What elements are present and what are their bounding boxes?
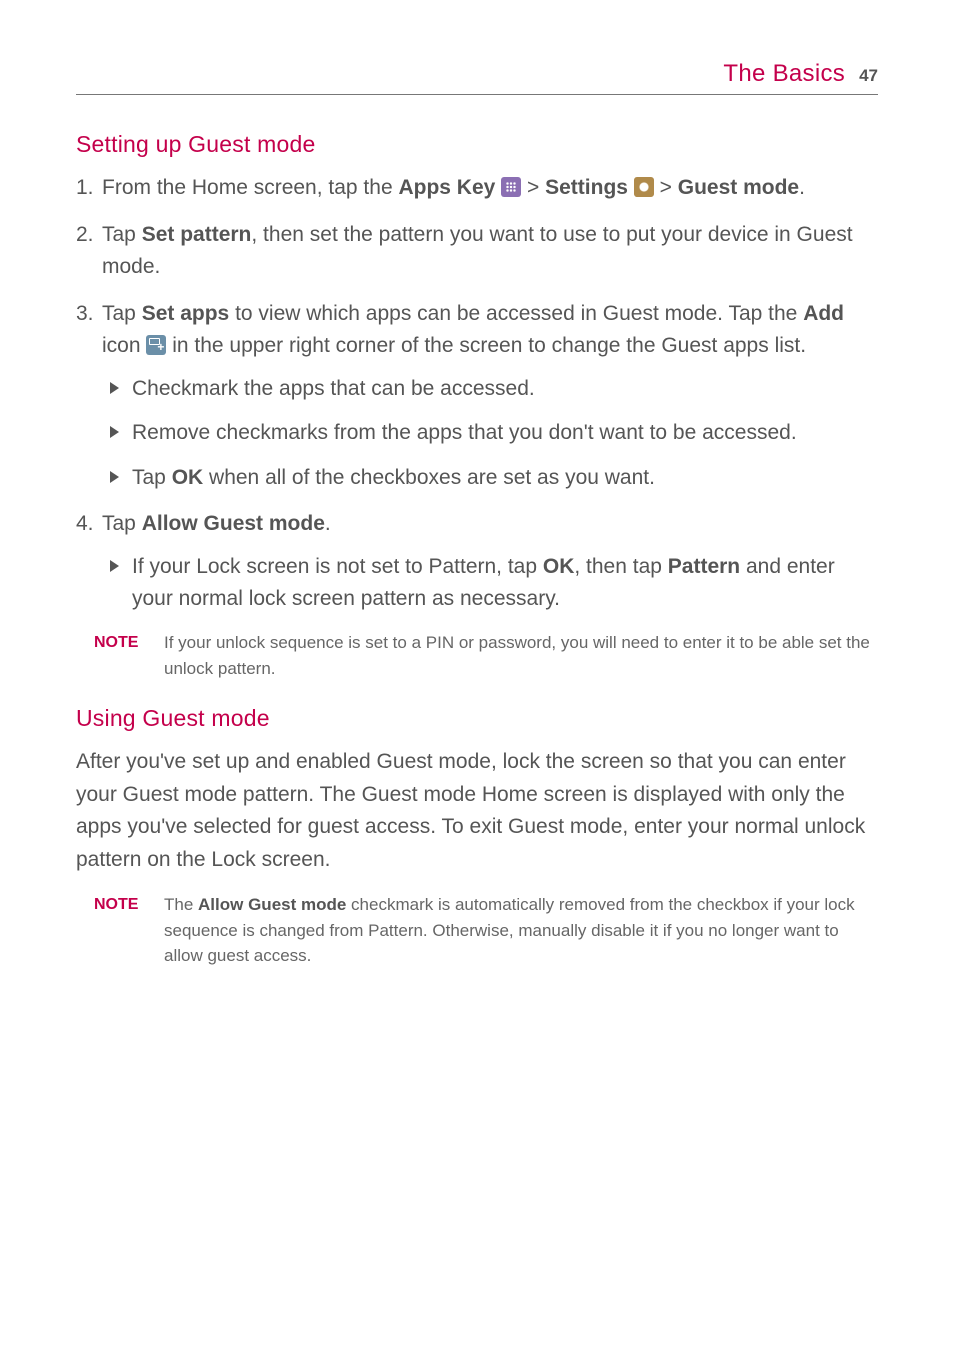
pattern-label: Pattern [668,555,740,578]
triangle-bullet-icon [110,426,119,438]
apps-key-icon [501,177,521,197]
step-3: 3. Tap Set apps to view which apps can b… [76,298,878,495]
sub-item: If your Lock screen is not set to Patter… [110,551,878,616]
note-text: The Allow Guest mode checkmark is automa… [164,892,878,969]
step-3-mid2: icon [102,334,146,357]
step-4-end: . [325,512,331,535]
note-label: NOTE [94,630,164,681]
step-3-post: in the upper right corner of the screen … [166,334,806,357]
gt2: > [654,176,678,199]
using-guest-mode-para: After you've set up and enabled Guest mo… [76,746,878,876]
settings-icon [634,177,654,197]
step-marker: 3. [76,298,94,331]
ok-label: OK [543,555,575,578]
step-3-pre: Tap [102,302,142,325]
sub1-text: Checkmark the apps that can be accessed. [132,377,535,400]
set-pattern-label: Set pattern [142,223,252,246]
sub2-text: Remove checkmarks from the apps that you… [132,421,797,444]
note-block-1: NOTE If your unlock sequence is set to a… [94,630,878,681]
step-3-mid1: to view which apps can be accessed in Gu… [229,302,803,325]
sub3-post: when all of the checkboxes are set as yo… [203,466,655,489]
step-1-text-a: From the Home screen, tap the [102,176,398,199]
apps-key-label: Apps Key [398,176,495,199]
page-header: The Basics 47 [76,60,878,95]
note-text: If your unlock sequence is set to a PIN … [164,630,878,681]
sub3-pre: Tap [132,466,172,489]
step-marker: 4. [76,508,94,541]
step-2: 2. Tap Set pattern, then set the pattern… [76,219,878,284]
step-4-sublist: If your Lock screen is not set to Patter… [110,551,878,616]
header-page-number: 47 [859,66,878,86]
s4-sub1-mid: , then tap [574,555,667,578]
header-section-title: The Basics [723,60,845,88]
s4-sub1-pre: If your Lock screen is not set to Patter… [132,555,543,578]
add-label: Add [803,302,844,325]
note-block-2: NOTE The Allow Guest mode checkmark is a… [94,892,878,969]
step-1-end: . [799,176,805,199]
triangle-bullet-icon [110,382,119,394]
step-1: 1. From the Home screen, tap the Apps Ke… [76,172,878,205]
guest-mode-label: Guest mode [678,176,799,199]
note-label: NOTE [94,892,164,969]
section-heading-using: Using Guest mode [76,705,878,732]
step-marker: 1. [76,172,94,205]
sub-item: Checkmark the apps that can be accessed. [110,373,878,406]
add-icon [146,335,166,355]
triangle-bullet-icon [110,560,119,572]
ok-label: OK [172,466,204,489]
page-content: The Basics 47 Setting up Guest mode 1. F… [0,0,954,1041]
section-heading-setup: Setting up Guest mode [76,131,878,158]
allow-guest-mode-label: Allow Guest mode [142,512,325,535]
note2-pre: The [164,895,198,914]
triangle-bullet-icon [110,471,119,483]
step-3-sublist: Checkmark the apps that can be accessed.… [110,373,878,495]
step-4: 4. Tap Allow Guest mode. If your Lock sc… [76,508,878,616]
sub-item: Remove checkmarks from the apps that you… [110,417,878,450]
allow-guest-mode-bold: Allow Guest mode [198,895,346,914]
set-apps-label: Set apps [142,302,230,325]
sub-item: Tap OK when all of the checkboxes are se… [110,462,878,495]
step-2-pre: Tap [102,223,142,246]
steps-list: 1. From the Home screen, tap the Apps Ke… [76,172,878,616]
settings-label: Settings [545,176,628,199]
step-marker: 2. [76,219,94,252]
gt1: > [521,176,545,199]
step-4-pre: Tap [102,512,142,535]
